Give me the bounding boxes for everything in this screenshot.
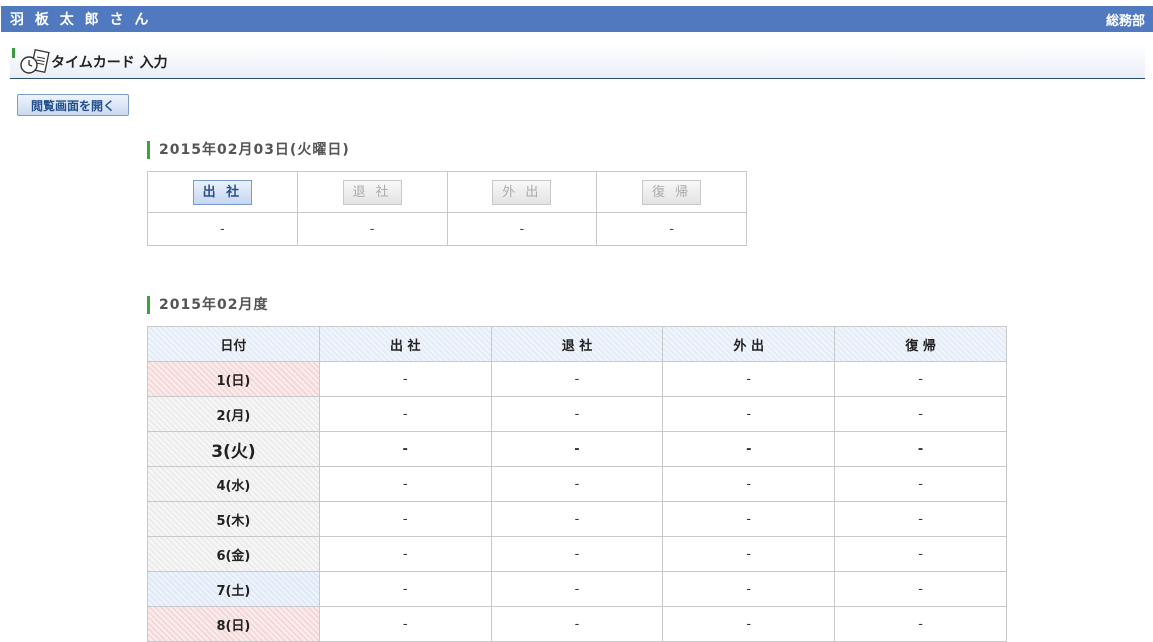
row-go-out: -	[662, 361, 836, 397]
row-return: -	[834, 606, 1007, 642]
row-go-out: -	[662, 571, 836, 607]
table-row: 7(土) - - - -	[147, 571, 1007, 607]
column-header-go-out: 外 出	[662, 326, 836, 362]
today-date-heading: 2015年02月03日(火曜日)	[147, 141, 350, 159]
section-header: タイムカード 入力	[10, 45, 1145, 79]
table-row: 2(月) - - - -	[147, 396, 1007, 432]
row-clock-out: -	[490, 606, 664, 642]
row-clock-in: -	[318, 606, 492, 642]
table-row: 6(金) - - - -	[147, 536, 1007, 572]
row-date: 6(金)	[147, 536, 320, 572]
table-header-row: 日付 出 社 退 社 外 出 復 帰	[147, 326, 1007, 362]
monthly-timecard-table: 日付 出 社 退 社 外 出 復 帰 1(日) - - - - 2(月) - -…	[147, 326, 1007, 642]
row-clock-in: -	[318, 361, 492, 397]
go-out-button[interactable]: 外 出	[492, 179, 552, 205]
row-clock-out: -	[490, 466, 664, 502]
row-clock-out: -	[490, 501, 664, 537]
timecard-clock-icon	[20, 49, 50, 74]
row-go-out: -	[662, 466, 836, 502]
row-return: -	[834, 571, 1007, 607]
go-out-value: -	[446, 212, 598, 246]
table-row: 8(日) - - - -	[147, 606, 1007, 642]
row-clock-out: -	[490, 396, 664, 432]
column-header-return: 復 帰	[834, 326, 1007, 362]
clock-out-value: -	[296, 212, 448, 246]
month-heading: 2015年02月度	[147, 296, 268, 314]
table-row: 4(水) - - - -	[147, 466, 1007, 502]
row-clock-in: -	[318, 396, 492, 432]
clock-in-value: -	[147, 212, 298, 246]
row-date: 7(土)	[147, 571, 320, 607]
row-clock-in: -	[318, 571, 492, 607]
row-clock-in: -	[318, 431, 492, 467]
row-go-out: -	[662, 606, 836, 642]
today-punch-table: 出 社 退 社 外 出 復 帰 - - - -	[147, 171, 747, 246]
row-date: 1(日)	[147, 361, 320, 397]
column-header-clock-out: 退 社	[490, 326, 664, 362]
row-go-out: -	[662, 431, 836, 467]
table-row-today: 3(火) - - - -	[147, 431, 1007, 467]
row-go-out: -	[662, 501, 836, 537]
row-date: 3(火)	[147, 431, 320, 467]
row-date: 2(月)	[147, 396, 320, 432]
section-title: タイムカード 入力	[51, 55, 168, 71]
table-row: 5(木) - - - -	[147, 501, 1007, 537]
row-clock-out: -	[490, 431, 664, 467]
row-date: 4(水)	[147, 466, 320, 502]
clock-out-button[interactable]: 退 社	[342, 179, 402, 205]
row-clock-out: -	[490, 571, 664, 607]
return-button[interactable]: 復 帰	[642, 179, 702, 205]
row-clock-in: -	[318, 536, 492, 572]
row-date: 5(木)	[147, 501, 320, 537]
row-go-out: -	[662, 396, 836, 432]
row-return: -	[834, 536, 1007, 572]
row-return: -	[834, 361, 1007, 397]
column-header-date: 日付	[147, 326, 320, 362]
column-header-clock-in: 出 社	[318, 326, 492, 362]
row-clock-in: -	[318, 466, 492, 502]
row-return: -	[834, 431, 1007, 467]
row-return: -	[834, 501, 1007, 537]
section-accent-bar	[12, 48, 15, 58]
row-clock-out: -	[490, 536, 664, 572]
open-view-button[interactable]: 閲覧画面を開く	[17, 94, 129, 116]
row-return: -	[834, 396, 1007, 432]
top-bar: 羽 板 太 郎 さ ん 総務部	[1, 6, 1153, 32]
table-row: 1(日) - - - -	[147, 361, 1007, 397]
row-go-out: -	[662, 536, 836, 572]
row-clock-in: -	[318, 501, 492, 537]
department-label: 総務部	[1105, 13, 1145, 29]
row-return: -	[834, 466, 1007, 502]
row-clock-out: -	[490, 361, 664, 397]
row-date: 8(日)	[147, 606, 320, 642]
clock-in-button[interactable]: 出 社	[192, 179, 252, 205]
user-name: 羽 板 太 郎 さ ん	[10, 12, 152, 28]
return-value: -	[596, 212, 747, 246]
